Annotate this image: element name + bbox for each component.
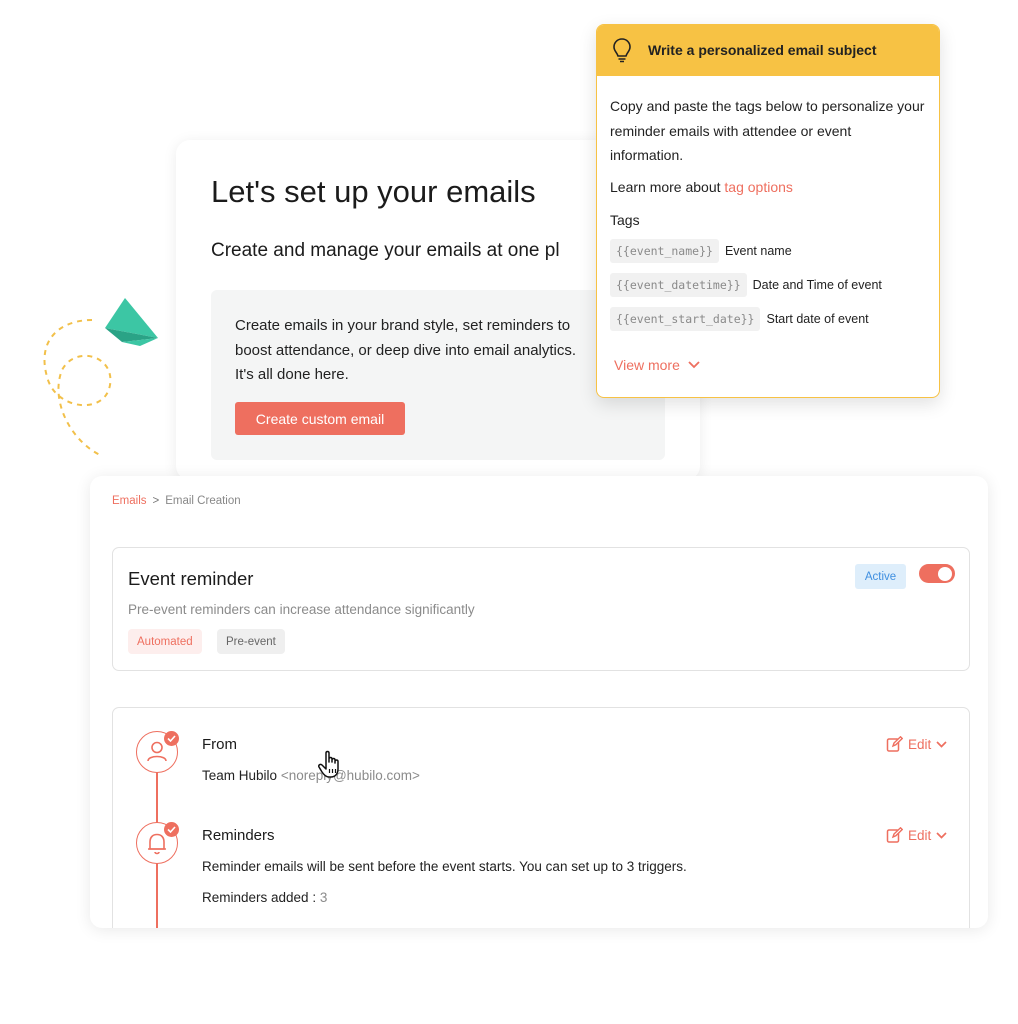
automated-chip: Automated: [128, 629, 202, 654]
view-more-label: View more: [614, 357, 680, 373]
view-more-button[interactable]: View more: [614, 357, 700, 373]
setup-subtitle: Create and manage your emails at one pl: [211, 240, 560, 261]
edit-icon: [886, 736, 903, 752]
chevron-down-icon: [936, 832, 947, 839]
email-settings-panel: From Team Hubilo <noreply@hubilo.com> Ed…: [112, 707, 970, 928]
tag-row-event-name: {{event_name}} Event name: [610, 237, 792, 265]
tooltip-title: Write a personalized email subject: [648, 42, 877, 58]
edit-icon: [886, 827, 903, 843]
event-reminder-panel: Event reminder Pre-event reminders can i…: [112, 547, 970, 671]
status-badge: Active: [855, 564, 906, 589]
sender-name: Team Hubilo: [202, 768, 278, 783]
tags-label: Tags: [610, 212, 640, 228]
tag-label: Date and Time of event: [752, 278, 882, 292]
tag-options-link[interactable]: tag options: [724, 179, 793, 195]
pre-event-chip: Pre-event: [217, 629, 285, 654]
edit-label: Edit: [908, 737, 932, 752]
reminders-added: Reminders added : 3: [202, 890, 327, 905]
email-creation-card: Emails > Email Creation Event reminder Pre…: [90, 476, 988, 928]
reminders-added-count: 3: [319, 890, 328, 905]
tooltip-header: Write a personalized email subject: [597, 25, 939, 76]
active-toggle[interactable]: [919, 564, 955, 583]
setup-description: Create emails in your brand style, set r…: [235, 317, 577, 383]
check-icon: [164, 822, 179, 837]
check-icon: [164, 731, 179, 746]
edit-label: Edit: [908, 828, 932, 843]
tag-row-event-datetime: {{event_datetime}} Date and Time of even…: [610, 271, 882, 299]
learn-more-prefix: Learn more about: [610, 179, 725, 195]
breadcrumb-current: Email Creation: [165, 495, 241, 507]
tooltip-body: Copy and paste the tags below to persona…: [610, 98, 925, 163]
sender-email: <noreply@hubilo.com>: [280, 768, 420, 783]
tag-label: Start date of event: [766, 312, 869, 326]
toggle-knob: [938, 566, 952, 581]
breadcrumb-separator: >: [152, 495, 160, 507]
from-sender: Team Hubilo <noreply@hubilo.com>: [202, 768, 420, 783]
tag-label: Event name: [724, 244, 792, 258]
from-edit-button[interactable]: Edit: [886, 736, 947, 753]
tag-row-event-start-date: {{event_start_date}} Start date of event: [610, 305, 869, 333]
setup-title: Let's set up your emails: [211, 174, 536, 209]
event-reminder-description: Pre-event reminders can increase attenda…: [128, 602, 475, 617]
chevron-down-icon: [688, 361, 700, 369]
tooltip-learn-more: Learn more about tag options: [610, 179, 793, 195]
event-reminder-title: Event reminder: [128, 568, 254, 589]
from-title: From: [202, 736, 237, 753]
breadcrumb: Emails > Email Creation: [112, 495, 241, 507]
paper-plane-icon: [43, 298, 158, 456]
tag-code[interactable]: {{event_start_date}}: [610, 307, 761, 331]
breadcrumb-emails-link[interactable]: Emails: [112, 495, 147, 507]
tag-code[interactable]: {{event_name}}: [610, 239, 719, 263]
reminders-title: Reminders: [202, 827, 275, 844]
chevron-down-icon: [936, 741, 947, 748]
reminders-description: Reminder emails will be sent before the …: [202, 859, 687, 874]
tag-tooltip-card: Write a personalized email subject Copy …: [596, 24, 940, 398]
reminders-edit-button[interactable]: Edit: [886, 827, 947, 844]
tag-code[interactable]: {{event_datetime}}: [610, 273, 747, 297]
reminders-added-label: Reminders added :: [202, 890, 320, 905]
create-custom-email-button[interactable]: Create custom email: [235, 402, 405, 435]
hand-cursor-icon: [318, 750, 339, 778]
lightbulb-icon: [613, 38, 631, 63]
